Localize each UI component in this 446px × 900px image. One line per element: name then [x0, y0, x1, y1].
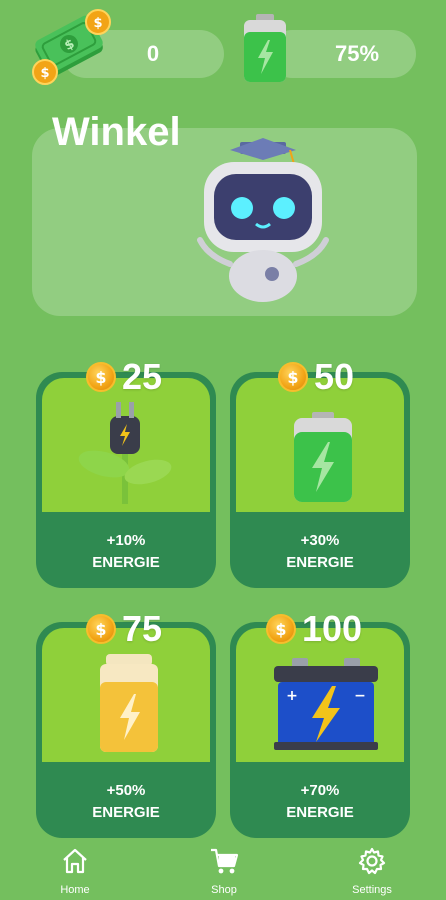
robot-mascot-icon — [190, 136, 336, 306]
energy-value: 75% — [334, 41, 380, 66]
car-battery-icon: + − — [274, 658, 378, 750]
shop-item-price: $ 50 — [278, 356, 354, 398]
plug-plant-icon — [78, 402, 172, 504]
coin-icon: $ — [86, 614, 116, 644]
shop-item-2[interactable]: +30% ENERGIE — [230, 372, 410, 588]
cart-icon — [211, 848, 239, 874]
shop-item-price: $ 75 — [86, 608, 162, 650]
coin-icon: $ — [266, 614, 296, 644]
shop-item-label: ENERGIE — [286, 554, 354, 571]
coin-icon: $ — [86, 362, 116, 392]
shop-item-1[interactable]: +10% ENERGIE — [36, 372, 216, 588]
nav-home-label: Home — [60, 884, 90, 896]
shop-item-image-area — [236, 378, 404, 512]
money-stack-icon: $ $ $ — [28, 6, 114, 86]
nav-settings-label: Settings — [352, 884, 392, 896]
shop-item-bonus: +10% — [106, 532, 146, 549]
money-value: 0 — [146, 41, 160, 66]
green-battery-icon — [294, 412, 352, 502]
svg-text:+: + — [286, 688, 298, 704]
shop-item-bonus: +70% — [300, 782, 340, 799]
nav-shop-label: Shop — [211, 884, 237, 896]
coin-icon: $ — [278, 362, 308, 392]
nav-shop[interactable]: Shop — [184, 838, 264, 896]
battery-icon — [240, 12, 290, 84]
svg-text:−: − — [354, 688, 366, 704]
yellow-battery-icon — [100, 654, 158, 752]
shop-item-label: ENERGIE — [92, 804, 160, 821]
nav-settings[interactable]: Settings — [332, 838, 412, 896]
shop-item-price: $ 100 — [266, 608, 362, 650]
gear-icon — [358, 847, 386, 875]
shop-item-3[interactable]: +50% ENERGIE — [36, 622, 216, 838]
energy-counter: 75% — [268, 30, 416, 78]
svg-text:$: $ — [93, 16, 102, 31]
shop-item-image-area — [42, 378, 210, 512]
shop-item-bonus: +30% — [300, 532, 340, 549]
page-title: Winkel — [52, 110, 181, 154]
nav-home[interactable]: Home — [35, 838, 115, 896]
home-icon — [63, 848, 87, 874]
shop-item-price: $ 25 — [86, 356, 162, 398]
shop-item-bonus: +50% — [106, 782, 146, 799]
shop-item-4[interactable]: + − +70% ENERGIE — [230, 622, 410, 838]
shop-item-label: ENERGIE — [286, 804, 354, 821]
shop-item-label: ENERGIE — [92, 554, 160, 571]
bottom-nav: Home Shop Settings — [0, 838, 446, 900]
svg-text:$: $ — [40, 66, 49, 81]
